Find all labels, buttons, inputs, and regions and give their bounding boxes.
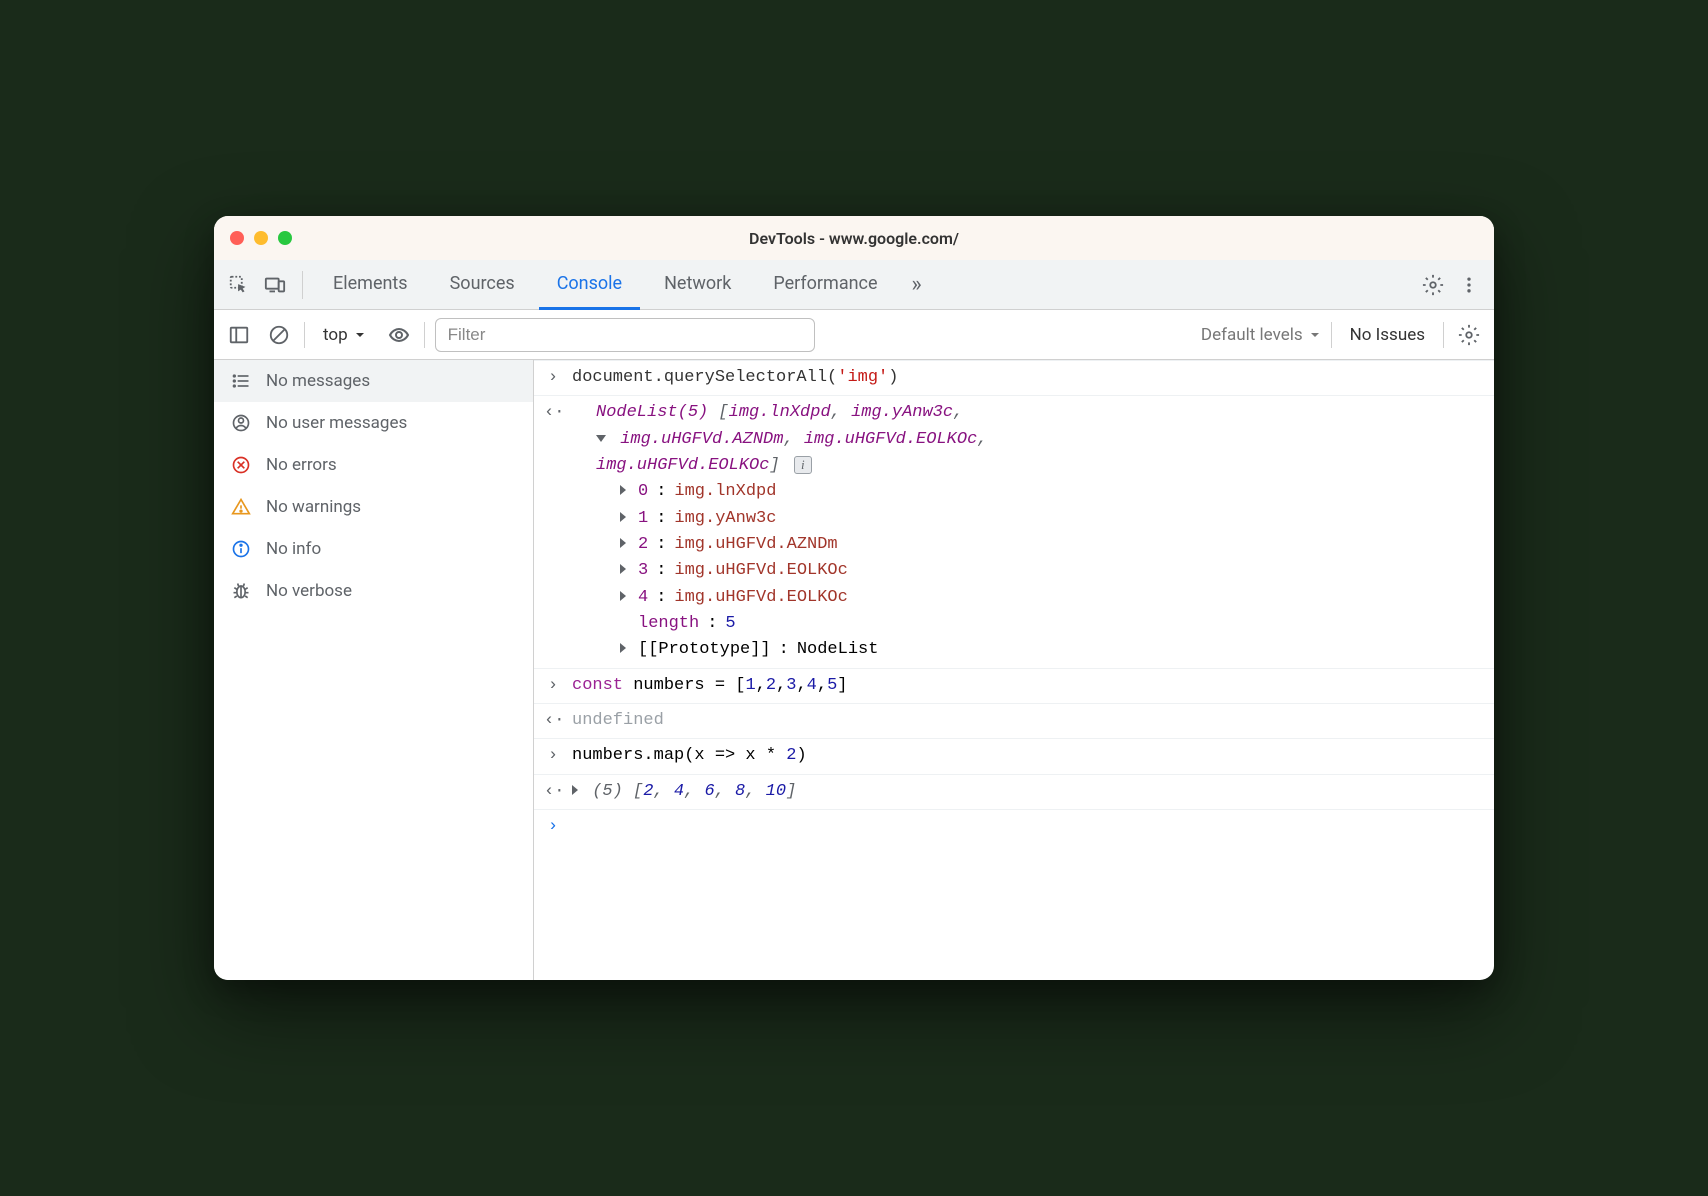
console-settings-icon[interactable]	[1454, 320, 1484, 350]
console-input-row: › numbers.map(x => x * 2)	[534, 739, 1494, 774]
toggle-sidebar-icon[interactable]	[224, 320, 254, 350]
chevron-down-icon	[354, 329, 366, 341]
output-chevron-icon: ‹·	[544, 708, 562, 734]
minimize-window-button[interactable]	[254, 231, 268, 245]
input-chevron-icon: ›	[544, 673, 562, 699]
expand-toggle-icon[interactable]	[596, 435, 606, 442]
tabbar: Elements Sources Console Network Perform…	[214, 260, 1494, 310]
chevron-down-icon	[1309, 329, 1321, 341]
console-toolbar: top Default levels No Issues	[214, 310, 1494, 360]
maximize-window-button[interactable]	[278, 231, 292, 245]
console-result-row: ‹· undefined	[534, 704, 1494, 739]
input-chevron-icon: ›	[544, 814, 562, 840]
tab-sources[interactable]: Sources	[432, 260, 533, 310]
user-icon	[230, 412, 252, 434]
expand-toggle-icon[interactable]	[620, 591, 626, 601]
info-badge-icon[interactable]: i	[794, 456, 812, 474]
expand-toggle-icon[interactable]	[620, 512, 626, 522]
main-area: No messages No user messages No errors N…	[214, 360, 1494, 980]
console-result-row: ‹· (5) [2, 4, 6, 8, 10]	[534, 775, 1494, 810]
sidebar-item-messages[interactable]: No messages	[214, 360, 533, 402]
console-code[interactable]: const numbers = [1,2,3,4,5]	[572, 673, 1484, 699]
console-code[interactable]: numbers.map(x => x * 2)	[572, 743, 1484, 769]
device-toolbar-icon[interactable]	[260, 270, 290, 300]
context-label: top	[323, 325, 348, 345]
separator	[424, 322, 425, 348]
bug-icon	[230, 580, 252, 602]
input-chevron-icon: ›	[544, 365, 562, 391]
tab-elements[interactable]: Elements	[315, 260, 426, 310]
sidebar-item-label: No warnings	[266, 497, 361, 517]
sidebar-item-warnings[interactable]: No warnings	[214, 486, 533, 528]
clear-console-icon[interactable]	[264, 320, 294, 350]
devtools-window: DevTools - www.google.com/ Elements Sour…	[214, 216, 1494, 980]
titlebar: DevTools - www.google.com/	[214, 216, 1494, 260]
console-result-row: ‹· NodeList(5) [img.lnXdpd, img.yAnw3c, …	[534, 396, 1494, 668]
input-chevron-icon: ›	[544, 743, 562, 769]
sidebar-item-user[interactable]: No user messages	[214, 402, 533, 444]
expand-toggle-icon[interactable]	[620, 643, 626, 653]
console-input-row: › const numbers = [1,2,3,4,5]	[534, 669, 1494, 704]
console-output: › document.querySelectorAll('img') ‹· No…	[534, 360, 1494, 980]
console-result[interactable]: NodeList(5) [img.lnXdpd, img.yAnw3c, img…	[572, 400, 1484, 663]
filter-input[interactable]	[435, 318, 815, 352]
tab-performance[interactable]: Performance	[755, 260, 895, 310]
sidebar-item-label: No user messages	[266, 413, 407, 433]
close-window-button[interactable]	[230, 231, 244, 245]
sidebar-item-label: No messages	[266, 371, 370, 391]
separator	[1331, 322, 1332, 348]
expand-toggle-icon[interactable]	[620, 564, 626, 574]
tab-network[interactable]: Network	[646, 260, 749, 310]
output-chevron-icon: ‹·	[544, 779, 562, 805]
sidebar-item-label: No verbose	[266, 581, 352, 601]
sidebar-item-verbose[interactable]: No verbose	[214, 570, 533, 612]
console-result[interactable]: (5) [2, 4, 6, 8, 10]	[572, 779, 1484, 805]
output-chevron-icon: ‹·	[544, 400, 562, 663]
tab-console[interactable]: Console	[539, 260, 640, 310]
live-expression-icon[interactable]	[384, 320, 414, 350]
warning-icon	[230, 496, 252, 518]
expand-toggle-icon[interactable]	[572, 785, 578, 795]
sidebar-item-errors[interactable]: No errors	[214, 444, 533, 486]
context-selector[interactable]: top	[315, 325, 374, 345]
sidebar: No messages No user messages No errors N…	[214, 360, 534, 980]
info-icon	[230, 538, 252, 560]
sidebar-item-label: No errors	[266, 455, 337, 475]
sidebar-item-info[interactable]: No info	[214, 528, 533, 570]
separator	[1443, 322, 1444, 348]
console-result: undefined	[572, 708, 1484, 734]
expand-toggle-icon[interactable]	[620, 538, 626, 548]
traffic-lights	[230, 231, 292, 245]
expand-toggle-icon[interactable]	[620, 485, 626, 495]
console-code[interactable]: document.querySelectorAll('img')	[572, 365, 1484, 391]
settings-icon[interactable]	[1418, 270, 1448, 300]
list-icon	[230, 370, 252, 392]
console-prompt[interactable]	[572, 814, 1484, 840]
separator	[304, 322, 305, 348]
log-levels-selector[interactable]: Default levels	[1201, 325, 1321, 345]
more-options-icon[interactable]	[1454, 270, 1484, 300]
sidebar-item-label: No info	[266, 539, 321, 559]
issues-label[interactable]: No Issues	[1342, 325, 1433, 345]
console-prompt-row[interactable]: ›	[534, 810, 1494, 844]
inspect-element-icon[interactable]	[224, 270, 254, 300]
levels-label: Default levels	[1201, 325, 1303, 345]
error-icon	[230, 454, 252, 476]
console-input-row: › document.querySelectorAll('img')	[534, 360, 1494, 396]
separator	[302, 271, 303, 299]
window-title: DevTools - www.google.com/	[214, 229, 1494, 248]
more-tabs-button[interactable]: »	[902, 270, 932, 300]
